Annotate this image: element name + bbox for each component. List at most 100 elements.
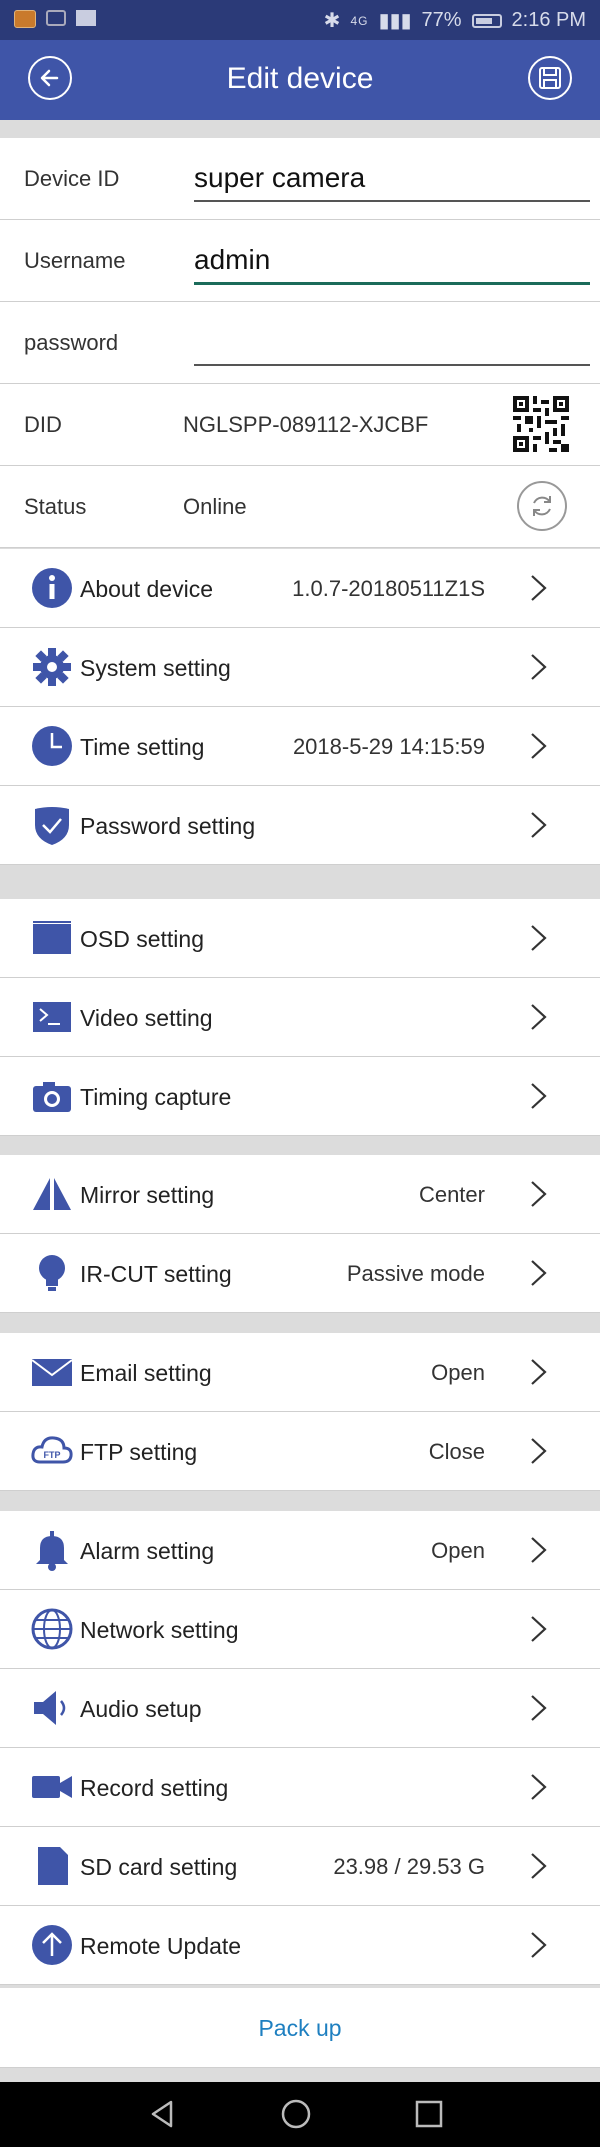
clock: 2:16 PM: [511, 9, 586, 31]
bell-icon: [30, 1528, 74, 1572]
chevron-right-icon: [528, 1076, 550, 1116]
section-divider: [0, 1313, 600, 1333]
menu-item-label: Mirror setting: [80, 1182, 215, 1208]
menu-item-record-setting[interactable]: Record setting: [0, 1748, 600, 1827]
chevron-right-icon: [528, 1767, 550, 1807]
device-id-input[interactable]: super camera: [194, 162, 365, 194]
nav-back-icon[interactable]: [145, 2096, 181, 2132]
menu-item-value: Center: [418, 1182, 485, 1207]
menu-item-timing-capture[interactable]: Timing capture: [0, 1057, 600, 1136]
svg-text:FTP: FTP: [44, 1450, 61, 1460]
camera-icon: [30, 1074, 74, 1118]
menu-item-label: IR-CUT setting: [80, 1261, 232, 1287]
menu-item-label: Audio setup: [80, 1696, 202, 1722]
globe-icon: [30, 1607, 74, 1651]
gear-icon: [30, 645, 74, 689]
chevron-right-icon: [528, 918, 550, 958]
chevron-right-icon: [528, 805, 550, 845]
menu-item-mirror-setting[interactable]: Mirror setting Center: [0, 1155, 600, 1234]
status-row: Status Online: [0, 466, 600, 548]
did-label: DID: [24, 412, 62, 437]
app-notification-icon: [14, 10, 36, 28]
status-label: Status: [24, 494, 87, 519]
mail-icon: [76, 10, 96, 26]
signal-icon: ▮▮▮: [378, 10, 412, 32]
menu-item-label: Alarm setting: [80, 1538, 215, 1564]
menu-item-label: SD card setting: [80, 1854, 238, 1880]
password-row: password: [0, 302, 600, 384]
menu-item-label: Timing capture: [80, 1084, 232, 1110]
username-underline: [194, 282, 590, 285]
chevron-right-icon: [528, 1925, 550, 1965]
device-id-label: Device ID: [24, 166, 120, 191]
menu-item-value: 1.0.7-20180511Z1S: [292, 576, 485, 601]
device-id-row: Device ID super camera: [0, 138, 600, 220]
menu-item-label: System setting: [80, 655, 231, 681]
pack-up-button[interactable]: Pack up: [0, 1988, 600, 2068]
menu-item-email-setting[interactable]: Email setting Open: [0, 1333, 600, 1412]
username-label: Username: [24, 248, 126, 273]
chevron-right-icon: [528, 997, 550, 1037]
info-icon: [30, 566, 74, 610]
nav-home-icon[interactable]: [278, 2096, 314, 2132]
sd-card-icon: [30, 1844, 74, 1888]
menu-item-label: Email setting: [80, 1360, 212, 1386]
menu-item-ftp-setting[interactable]: FTP FTP setting Close: [0, 1412, 600, 1491]
notification-icon: [46, 10, 66, 26]
menu-item-label: Time setting: [80, 734, 205, 760]
menu-item-password-setting[interactable]: Password setting: [0, 786, 600, 865]
clock-icon: [30, 724, 74, 768]
video-camera-icon: [30, 1765, 74, 1809]
battery-percent: 77%: [421, 9, 462, 31]
chevron-right-icon: [528, 1609, 550, 1649]
nav-recents-icon[interactable]: [411, 2096, 447, 2132]
section-divider: [0, 1136, 600, 1155]
menu-item-alarm-setting[interactable]: Alarm setting Open: [0, 1511, 600, 1590]
terminal-icon: [30, 995, 74, 1039]
chevron-right-icon: [528, 647, 550, 687]
password-label: password: [24, 330, 119, 355]
menu-item-value: Open: [431, 1360, 485, 1385]
ftp-cloud-icon: FTP: [30, 1429, 74, 1473]
app-bar: Edit device: [0, 40, 600, 120]
menu-item-audio-setup[interactable]: Audio setup: [0, 1669, 600, 1748]
chevron-right-icon: [528, 1174, 550, 1214]
mirror-icon: [30, 1172, 74, 1216]
menu-item-label: Record setting: [80, 1775, 229, 1801]
refresh-button[interactable]: [517, 481, 567, 531]
speaker-icon: [30, 1686, 74, 1730]
menu-item-label: Network setting: [80, 1617, 239, 1643]
menu-item-video-setting[interactable]: Video setting: [0, 978, 600, 1057]
menu-item-osd-setting[interactable]: OSD setting: [0, 899, 600, 978]
menu-item-remote-update[interactable]: Remote Update: [0, 1906, 600, 1985]
menu-item-about-device[interactable]: About device 1.0.7-20180511Z1S: [0, 549, 600, 628]
menu-item-time-setting[interactable]: Time setting 2018-5-29 14:15:59: [0, 707, 600, 786]
shield-icon: [30, 803, 74, 847]
menu-item-value: 2018-5-29 14:15:59: [292, 734, 485, 759]
menu-item-label: FTP setting: [80, 1439, 198, 1465]
chevron-right-icon: [528, 1431, 550, 1471]
bulb-icon: [30, 1251, 74, 1295]
password-input[interactable]: [194, 326, 590, 360]
did-row: DID NGLSPP-089112-XJCBF: [0, 384, 600, 466]
menu-item-label: Remote Update: [80, 1933, 242, 1959]
menu-item-ir-cut-setting[interactable]: IR-CUT setting Passive mode: [0, 1234, 600, 1313]
save-icon: [539, 67, 561, 89]
menu-item-system-setting[interactable]: System setting: [0, 628, 600, 707]
network-indicator: 4G: [350, 13, 369, 28]
username-input[interactable]: admin: [194, 244, 270, 276]
menu-item-network-setting[interactable]: Network setting: [0, 1590, 600, 1669]
chevron-right-icon: [528, 1688, 550, 1728]
save-button[interactable]: [528, 56, 572, 100]
status-value: Online: [183, 494, 247, 519]
menu-item-value: 23.98 / 29.53 G: [333, 1854, 485, 1879]
section-divider: [0, 865, 600, 899]
menu-item-label: Video setting: [80, 1005, 213, 1031]
system-nav-bar: [0, 2082, 600, 2147]
bluetooth-icon: ✱: [323, 10, 341, 32]
chevron-right-icon: [528, 568, 550, 608]
qr-code-icon[interactable]: [513, 396, 569, 452]
menu-item-sd-card-setting[interactable]: SD card setting 23.98 / 29.53 G: [0, 1827, 600, 1906]
status-bar: ✱ 4G ▮▮▮ 77% 2:16 PM: [0, 0, 600, 40]
menu-item-label: OSD setting: [80, 926, 204, 952]
